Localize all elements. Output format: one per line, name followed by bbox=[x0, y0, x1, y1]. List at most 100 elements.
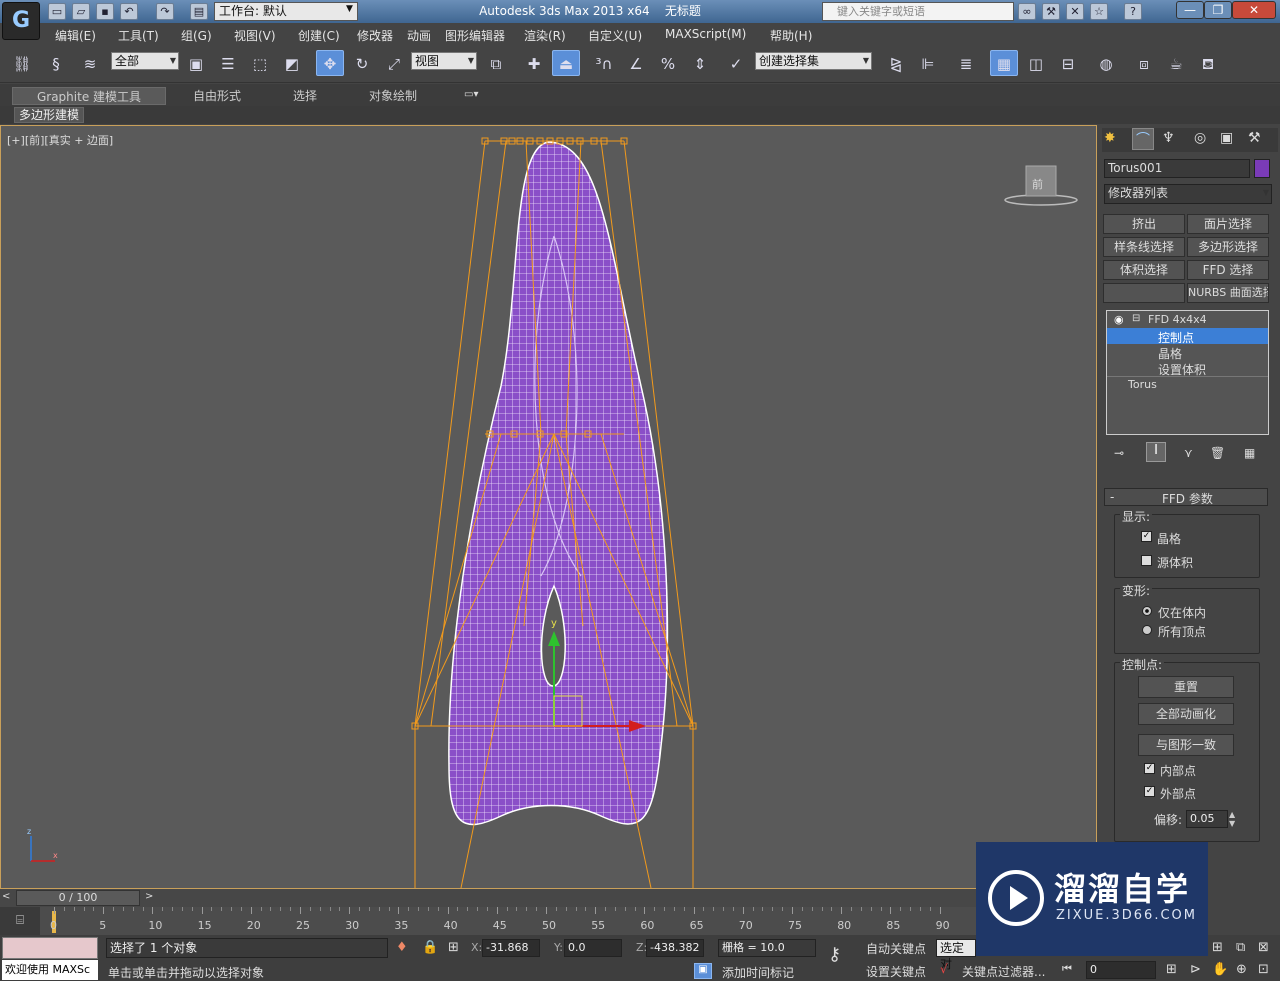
orbit-icon[interactable]: ⊕ bbox=[1236, 962, 1247, 977]
field-of-view-icon[interactable]: ⊳ bbox=[1190, 962, 1201, 977]
reset-button[interactable]: 重置 bbox=[1138, 676, 1234, 698]
render-production-icon[interactable]: ⛾ bbox=[1194, 51, 1222, 77]
track-bar[interactable]: ⌸ 0 5 10 15 20 25 30 35 40 45 50 55 60 65 70 75 80 85 90 bbox=[0, 907, 976, 935]
auto-key-button[interactable]: 自动关键点 bbox=[866, 940, 926, 957]
make-unique-icon[interactable]: ⋎ bbox=[1184, 446, 1193, 460]
menu-tools[interactable]: 工具(T) bbox=[118, 27, 159, 44]
menu-rendering[interactable]: 渲染(R) bbox=[524, 27, 566, 44]
zoom-region-icon[interactable]: ⊠ bbox=[1258, 940, 1269, 955]
current-frame-input[interactable]: 0 bbox=[1086, 961, 1156, 979]
reference-coordinate-dropdown[interactable]: 视图 bbox=[411, 52, 477, 70]
undo-icon[interactable]: ↶ bbox=[120, 3, 138, 20]
rollout-collapse-icon[interactable]: - bbox=[1110, 490, 1114, 504]
select-and-scale-icon[interactable]: ⤢ bbox=[380, 51, 408, 77]
communication-icon[interactable]: ✕ bbox=[1066, 3, 1084, 20]
menu-group[interactable]: 组(G) bbox=[181, 27, 212, 44]
tab-freeform[interactable]: 自由形式 bbox=[176, 87, 258, 105]
key-filters-button[interactable]: 关键点过滤器... bbox=[962, 963, 1045, 980]
redo-icon[interactable]: ↷ bbox=[156, 3, 174, 20]
favorites-star-icon[interactable]: ☆ bbox=[1090, 3, 1108, 20]
utilities-tab-icon[interactable]: ⚒ bbox=[1248, 130, 1261, 146]
create-tab-icon[interactable]: ✸ bbox=[1104, 130, 1116, 146]
bind-space-warp-icon[interactable]: ≋ bbox=[76, 51, 104, 77]
percent-snap-icon[interactable]: % bbox=[654, 51, 682, 77]
selection-lock-icon[interactable]: 🔒 bbox=[422, 940, 438, 955]
stack-control-points-item[interactable]: 控制点 bbox=[1158, 329, 1194, 346]
extrude-button[interactable]: 挤出 bbox=[1103, 214, 1185, 234]
zoom-extents-all-icon[interactable]: ⧉ bbox=[1236, 940, 1245, 955]
z-coord-input[interactable]: -438.382 bbox=[646, 939, 704, 957]
stack-torus-item[interactable]: Torus bbox=[1128, 378, 1157, 391]
window-crossing-icon[interactable]: ◩ bbox=[278, 51, 306, 77]
zoom-all-icon[interactable]: ⊞ bbox=[1212, 940, 1223, 955]
object-name-field[interactable]: Torus001 bbox=[1104, 159, 1250, 178]
selection-filter-dropdown[interactable]: 全部 bbox=[111, 52, 179, 70]
new-file-icon[interactable]: ▭ bbox=[48, 3, 66, 20]
inside-points-checkbox[interactable]: ✓ bbox=[1144, 763, 1155, 774]
volume-select-button[interactable]: 体积选择 bbox=[1103, 260, 1185, 280]
layer-manager-icon[interactable]: ≣ bbox=[952, 51, 980, 77]
save-icon[interactable]: ▪ bbox=[96, 3, 114, 20]
minimize-button[interactable]: — bbox=[1176, 1, 1204, 19]
menu-edit[interactable]: 编辑(E) bbox=[55, 27, 96, 44]
modify-tab-icon[interactable]: ⌒ bbox=[1132, 128, 1154, 150]
time-prev-icon[interactable]: < bbox=[2, 891, 10, 902]
set-key-button[interactable]: 设置关键点 bbox=[866, 963, 926, 980]
patch-select-button[interactable]: 面片选择 bbox=[1187, 214, 1269, 234]
selected-set-dropdown[interactable]: 选定对 bbox=[936, 939, 976, 971]
add-time-tag-label[interactable]: 添加时间标记 bbox=[722, 964, 794, 981]
animate-all-button[interactable]: 全部动画化 bbox=[1138, 703, 1234, 725]
mirror-icon[interactable]: ⧎ bbox=[882, 51, 910, 77]
rectangular-selection-icon[interactable]: ⬚ bbox=[246, 51, 274, 77]
unlink-icon[interactable]: § bbox=[42, 51, 70, 77]
snaps-toggle-icon[interactable]: ³∩ bbox=[590, 51, 618, 77]
poly-select-button[interactable]: 多边形选择 bbox=[1187, 237, 1269, 257]
close-button[interactable]: ✕ bbox=[1232, 1, 1276, 19]
set-key-icon[interactable]: ⚷ bbox=[828, 944, 841, 965]
menu-graph-editors[interactable]: 图形编辑器 bbox=[445, 27, 505, 44]
front-viewport[interactable]: [+][前][真实 + 边面] y z x 前 bbox=[0, 125, 1097, 889]
lattice-checkbox[interactable]: ✓ bbox=[1141, 531, 1152, 542]
y-coord-input[interactable]: 0.0 bbox=[564, 939, 622, 957]
viewcube-front-label[interactable]: 前 bbox=[1032, 176, 1043, 192]
only-in-volume-radio[interactable] bbox=[1142, 606, 1152, 616]
outside-points-checkbox[interactable]: ✓ bbox=[1144, 786, 1155, 797]
all-vertices-radio[interactable] bbox=[1142, 625, 1152, 635]
manipulate-icon[interactable]: ✚ bbox=[520, 51, 548, 77]
object-color-swatch[interactable] bbox=[1254, 159, 1270, 178]
x-coord-input[interactable]: -31.868 bbox=[482, 939, 540, 957]
offset-input[interactable]: 0.05 bbox=[1186, 810, 1228, 828]
menu-customize[interactable]: 自定义(U) bbox=[588, 27, 642, 44]
maxscript-listener-mini[interactable] bbox=[2, 937, 98, 959]
edit-named-selection-icon[interactable]: ✓ bbox=[722, 51, 750, 77]
spinner-snap-icon[interactable]: ⇕ bbox=[686, 51, 714, 77]
remove-modifier-icon[interactable]: 🗑 bbox=[1210, 446, 1225, 460]
render-setup-icon[interactable]: ⧈ bbox=[1130, 51, 1158, 77]
time-next-icon[interactable]: > bbox=[145, 891, 153, 902]
menu-maxscript[interactable]: MAXScript(M) bbox=[665, 27, 746, 41]
menu-create[interactable]: 创建(C) bbox=[298, 27, 340, 44]
menu-animation[interactable]: 动画 bbox=[407, 27, 431, 44]
absolute-mode-icon[interactable]: ⊞ bbox=[448, 940, 459, 955]
tab-object-paint[interactable]: 对象绘制 bbox=[352, 87, 434, 105]
modifier-list-dropdown[interactable]: 修改器列表 bbox=[1104, 184, 1272, 204]
time-tag-icon[interactable]: ▣ bbox=[694, 963, 712, 979]
pivot-center-icon[interactable]: ⧉ bbox=[482, 51, 510, 77]
menu-modifiers[interactable]: 修改器 bbox=[357, 27, 393, 44]
search-input[interactable]: 键入关键字或短语 bbox=[822, 2, 1014, 21]
workspace-dropdown[interactable]: 工作台: 默认 bbox=[214, 2, 358, 21]
welcome-maxscript-field[interactable]: 欢迎使用 MAXSc bbox=[2, 960, 98, 980]
pan-view-icon[interactable]: ✋ bbox=[1212, 962, 1228, 977]
subscription-icon[interactable]: ⚒ bbox=[1042, 3, 1060, 20]
menu-views[interactable]: 视图(V) bbox=[234, 27, 276, 44]
schematic-view-icon[interactable]: ⊟ bbox=[1054, 51, 1082, 77]
curve-editor-icon[interactable]: ◫ bbox=[1022, 51, 1050, 77]
tab-polygon-modeling[interactable]: 多边形建模 bbox=[14, 107, 85, 123]
link-icon[interactable]: ⛓ bbox=[8, 51, 36, 77]
maximize-button[interactable]: ❐ bbox=[1204, 1, 1232, 19]
named-selection-set-dropdown[interactable]: 创建选择集 bbox=[755, 52, 872, 70]
help-icon[interactable]: ? bbox=[1124, 3, 1142, 20]
material-editor-icon[interactable]: ◍ bbox=[1092, 51, 1120, 77]
tab-selection[interactable]: 选择 bbox=[270, 87, 340, 105]
stack-lattice-item[interactable]: 晶格 bbox=[1158, 345, 1182, 362]
